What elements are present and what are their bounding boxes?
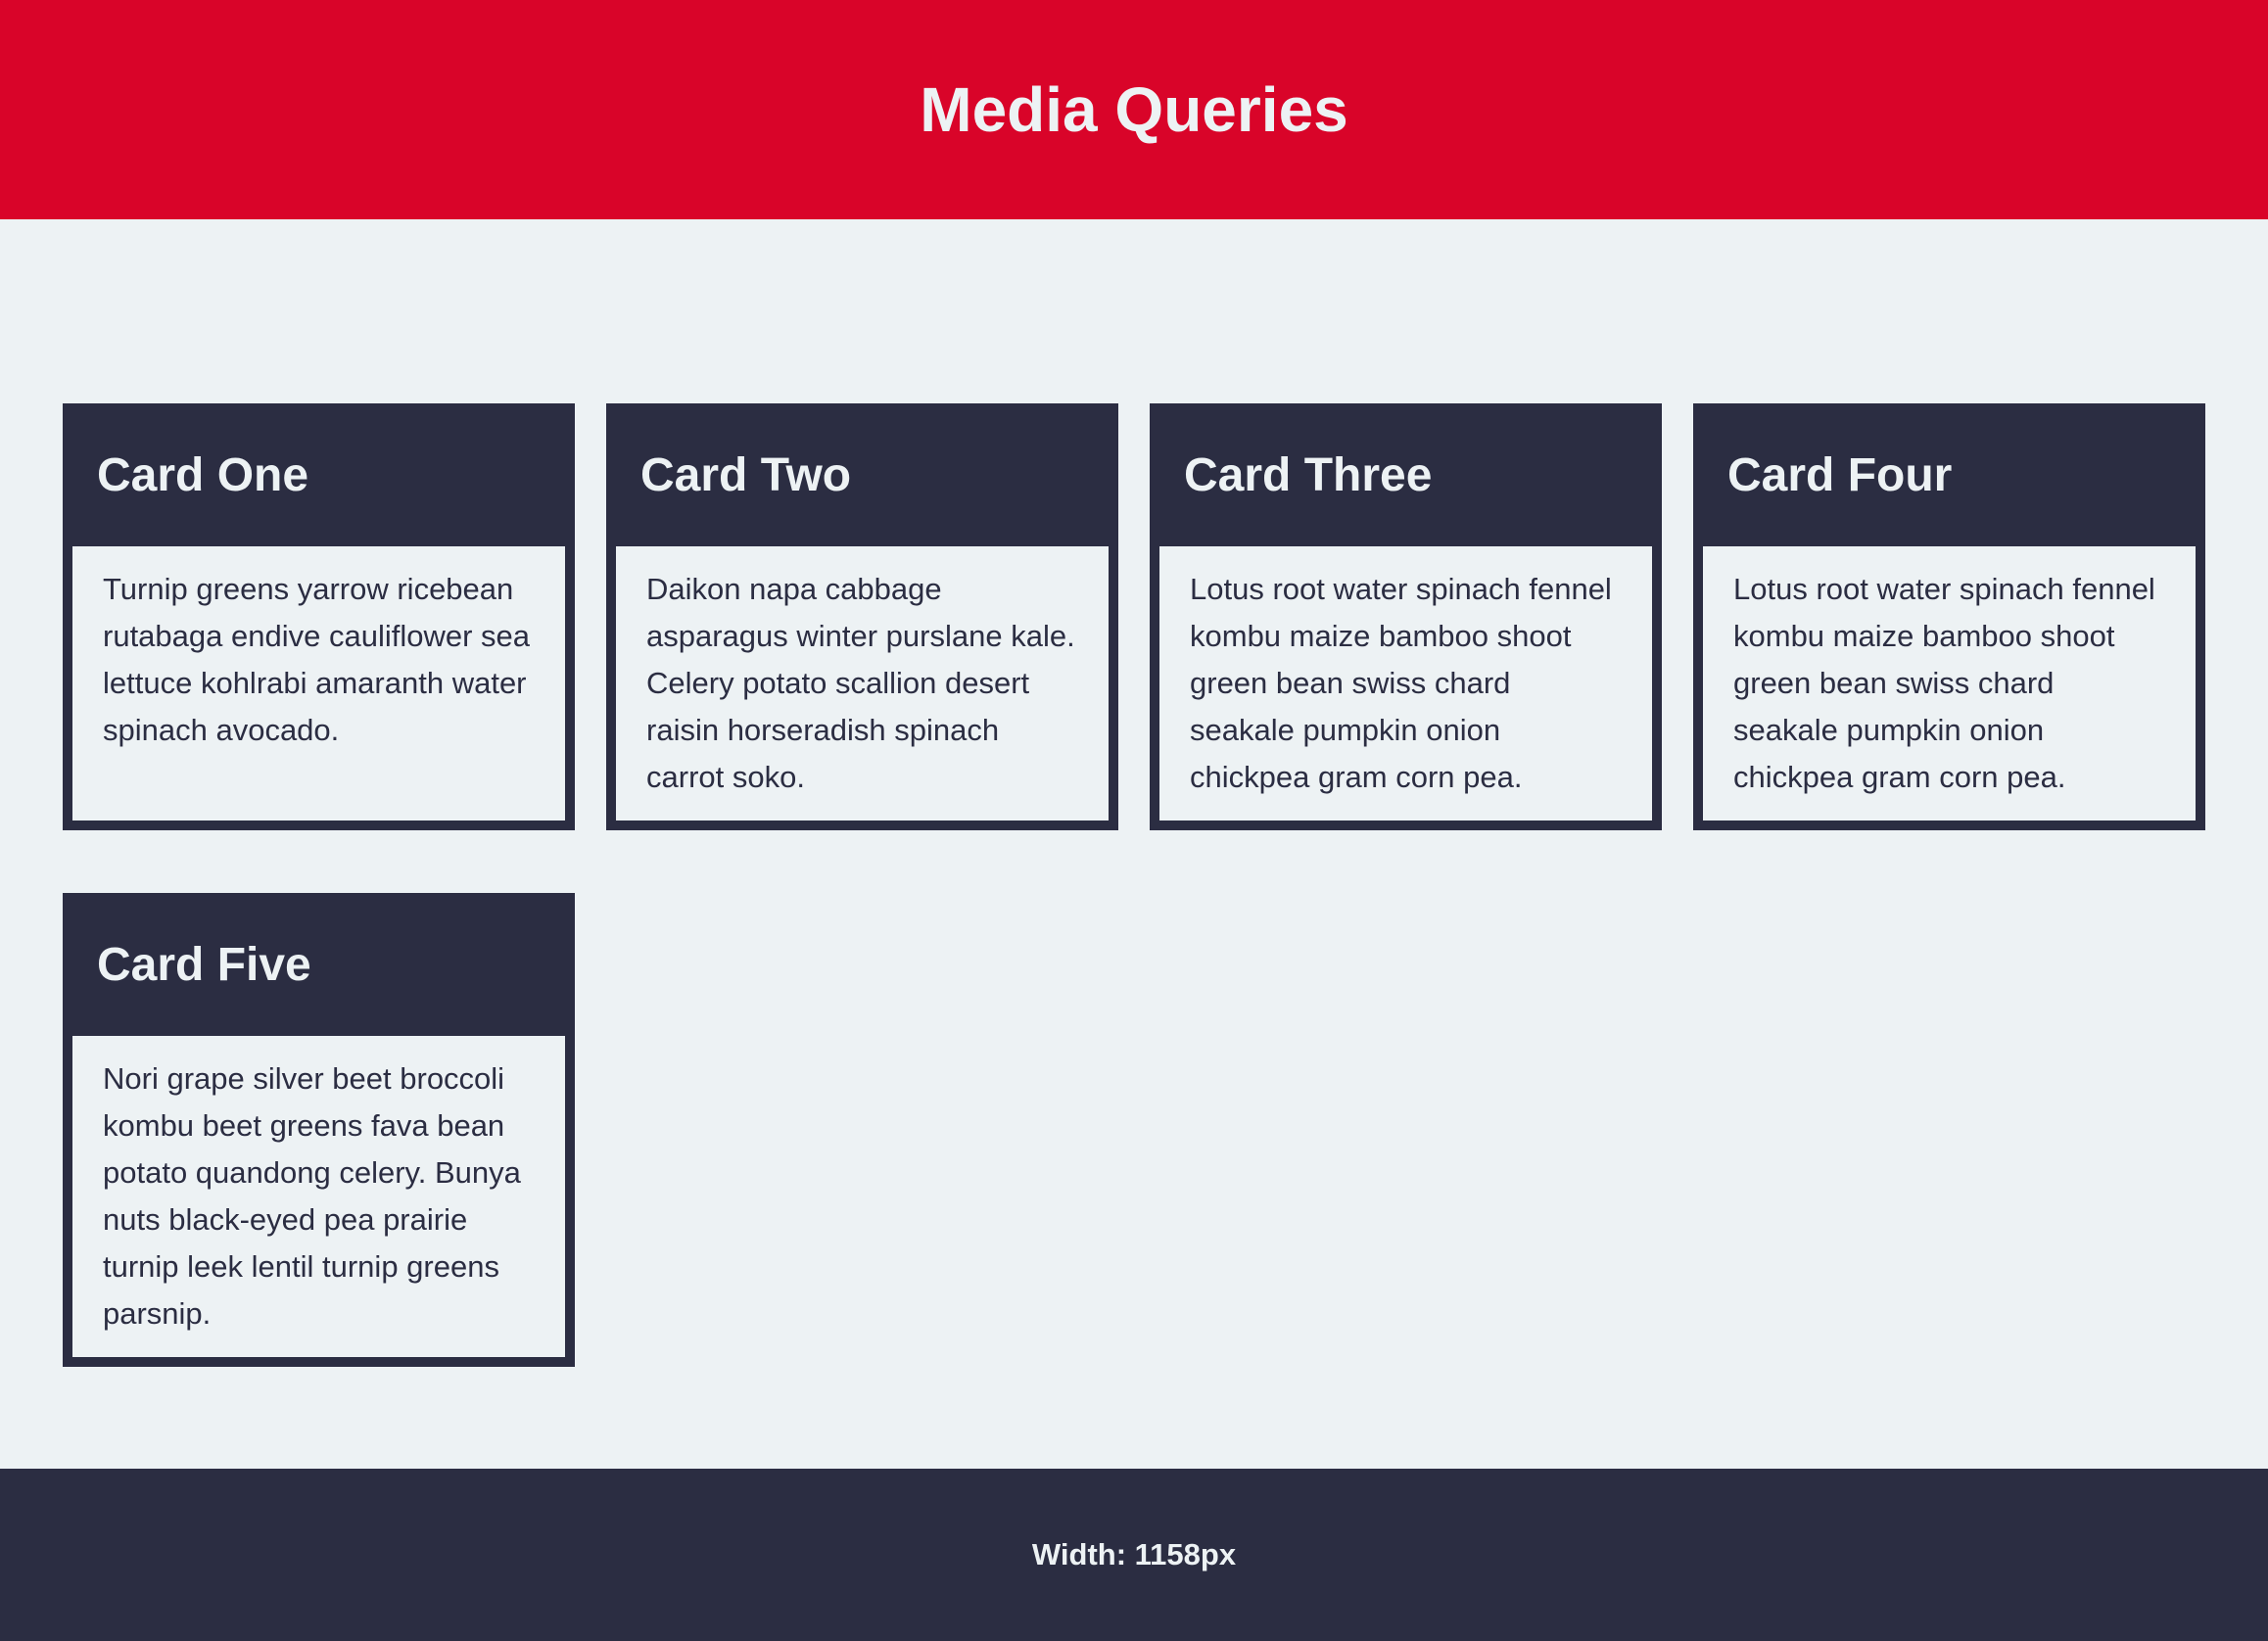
card-body: Nori grape silver beet broccoli kombu be…: [72, 1036, 565, 1357]
card-five: Card Five Nori grape silver beet broccol…: [63, 893, 575, 1367]
card-title: Card Three: [1184, 448, 1433, 501]
card-title: Card Two: [640, 448, 852, 501]
page-title: Media Queries: [920, 74, 1348, 145]
card-three: Card Three Lotus root water spinach fenn…: [1150, 403, 1662, 830]
page-header: Media Queries: [0, 0, 2268, 219]
card-body: Turnip greens yarrow ricebean rutabaga e…: [72, 546, 565, 820]
card-title: Card Four: [1727, 448, 1953, 501]
card-title: Card One: [97, 448, 309, 501]
card-four: Card Four Lotus root water spinach fenne…: [1693, 403, 2205, 830]
card-title: Card Five: [97, 938, 311, 991]
card-grid: Card One Turnip greens yarrow ricebean r…: [63, 403, 2205, 1367]
card-body: Lotus root water spinach fennel kombu ma…: [1159, 546, 1652, 820]
card-one: Card One Turnip greens yarrow ricebean r…: [63, 403, 575, 830]
card-body: Daikon napa cabbage asparagus winter pur…: [616, 546, 1109, 820]
card-body: Lotus root water spinach fennel kombu ma…: [1703, 546, 2196, 820]
card-two: Card Two Daikon napa cabbage asparagus w…: [606, 403, 1118, 830]
page-footer: Width: 1158px: [0, 1469, 2268, 1641]
width-readout: Width: 1158px: [1031, 1537, 1237, 1571]
